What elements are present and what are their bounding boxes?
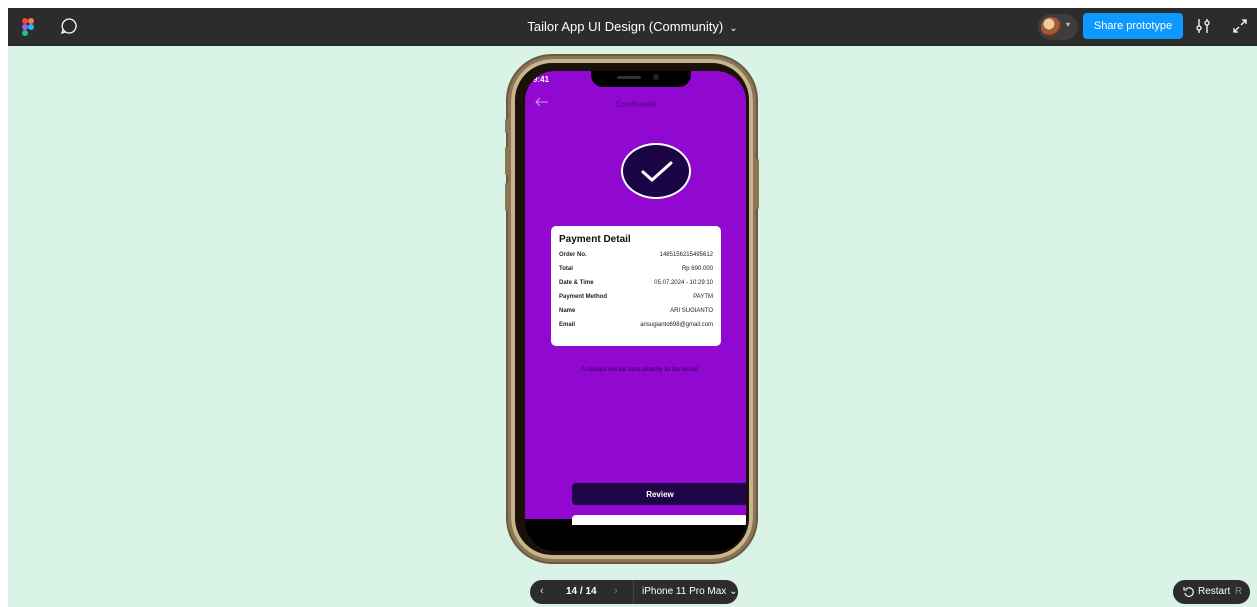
restart-label: Restart (1198, 586, 1231, 597)
chevron-right-icon[interactable]: › (614, 585, 618, 597)
detail-value: arisugianto698@gmail.com (640, 322, 713, 328)
detail-label: Payment Method (559, 294, 608, 300)
restart-button[interactable]: Restart R (1173, 580, 1250, 604)
detail-label: Date & Time (559, 280, 594, 286)
card-title: Payment Detail (559, 234, 631, 245)
detail-row-order: Order No. 1485156215495612 (559, 251, 713, 259)
phone-frame: 9:41 Confirmed Payment Detail Order No. … (505, 56, 759, 562)
detail-value: PAYTM (693, 294, 713, 300)
detail-value: 1485156215495612 (659, 252, 713, 258)
detail-label: Order No. (559, 252, 587, 258)
detail-row-payment-method: Payment Method PAYTM (559, 293, 713, 301)
status-time: 9:41 (533, 75, 550, 84)
detail-value: 05.07.2024 - 10:29:10 (654, 280, 713, 286)
chevron-down-icon: ⌄ (729, 23, 738, 34)
phone-screen: 9:41 Confirmed Payment Detail Order No. … (525, 71, 746, 551)
settings-icon[interactable] (1194, 17, 1212, 35)
review-button[interactable]: Review (572, 483, 746, 505)
keyboard-shortcut: R (1235, 586, 1243, 597)
detail-row-datetime: Date & Time 05.07.2024 - 10:29:10 (559, 279, 713, 287)
detail-row-email: Email arisugianto698@gmail.com (559, 321, 713, 329)
avatar (1041, 17, 1061, 37)
detail-value: Rp 690.000 (681, 266, 713, 272)
speaker-grille (617, 76, 641, 79)
device-selector[interactable]: iPhone 11 Pro Max ⌄ (642, 586, 737, 597)
phone-notch (591, 71, 691, 87)
camera-dot (653, 74, 659, 80)
detail-label: Total (559, 266, 573, 272)
detail-label: Email (559, 322, 576, 328)
success-check-badge (621, 143, 691, 199)
chevron-down-icon: ⌄ (729, 586, 738, 597)
chevron-down-icon: ▾ (1066, 20, 1071, 29)
check-icon (641, 161, 673, 182)
top-toolbar: Tailor App UI Design (Community) ⌄ ▾ Shar… (8, 8, 1257, 46)
detail-row-total: Total Rp 690.000 (559, 265, 713, 273)
phone-side-button (505, 147, 508, 175)
detail-label: Name (559, 308, 576, 314)
secondary-button[interactable] (572, 515, 746, 525)
payment-detail-card: Payment Detail Order No. 148515621549561… (551, 226, 721, 346)
receipt-note: A receipt will be sent directly to the e… (581, 366, 699, 373)
frame-navigation: ‹ 14 / 14 › iPhone 11 Pro Max ⌄ (530, 580, 738, 604)
phone-side-button (756, 159, 759, 209)
user-menu[interactable]: ▾ (1038, 14, 1078, 40)
detail-row-name: Name ARI SUGIANTO (559, 307, 713, 315)
app-screen-confirmed: 9:41 Confirmed Payment Detail Order No. … (525, 71, 746, 525)
phone-side-button (505, 119, 508, 133)
share-prototype-button[interactable]: Share prototype (1083, 13, 1183, 39)
phone-side-button (505, 183, 508, 211)
restart-icon (1183, 587, 1194, 597)
screen-title: Confirmed (615, 100, 656, 109)
page-counter: 14 / 14 (566, 586, 597, 597)
expand-icon[interactable] (1232, 18, 1248, 34)
detail-value: ARI SUGIANTO (670, 308, 713, 314)
device-label: iPhone 11 Pro Max (642, 586, 727, 597)
chevron-left-icon[interactable]: ‹ (540, 585, 544, 597)
divider (633, 580, 634, 604)
file-title-text: Tailor App UI Design (Community) (527, 19, 724, 34)
